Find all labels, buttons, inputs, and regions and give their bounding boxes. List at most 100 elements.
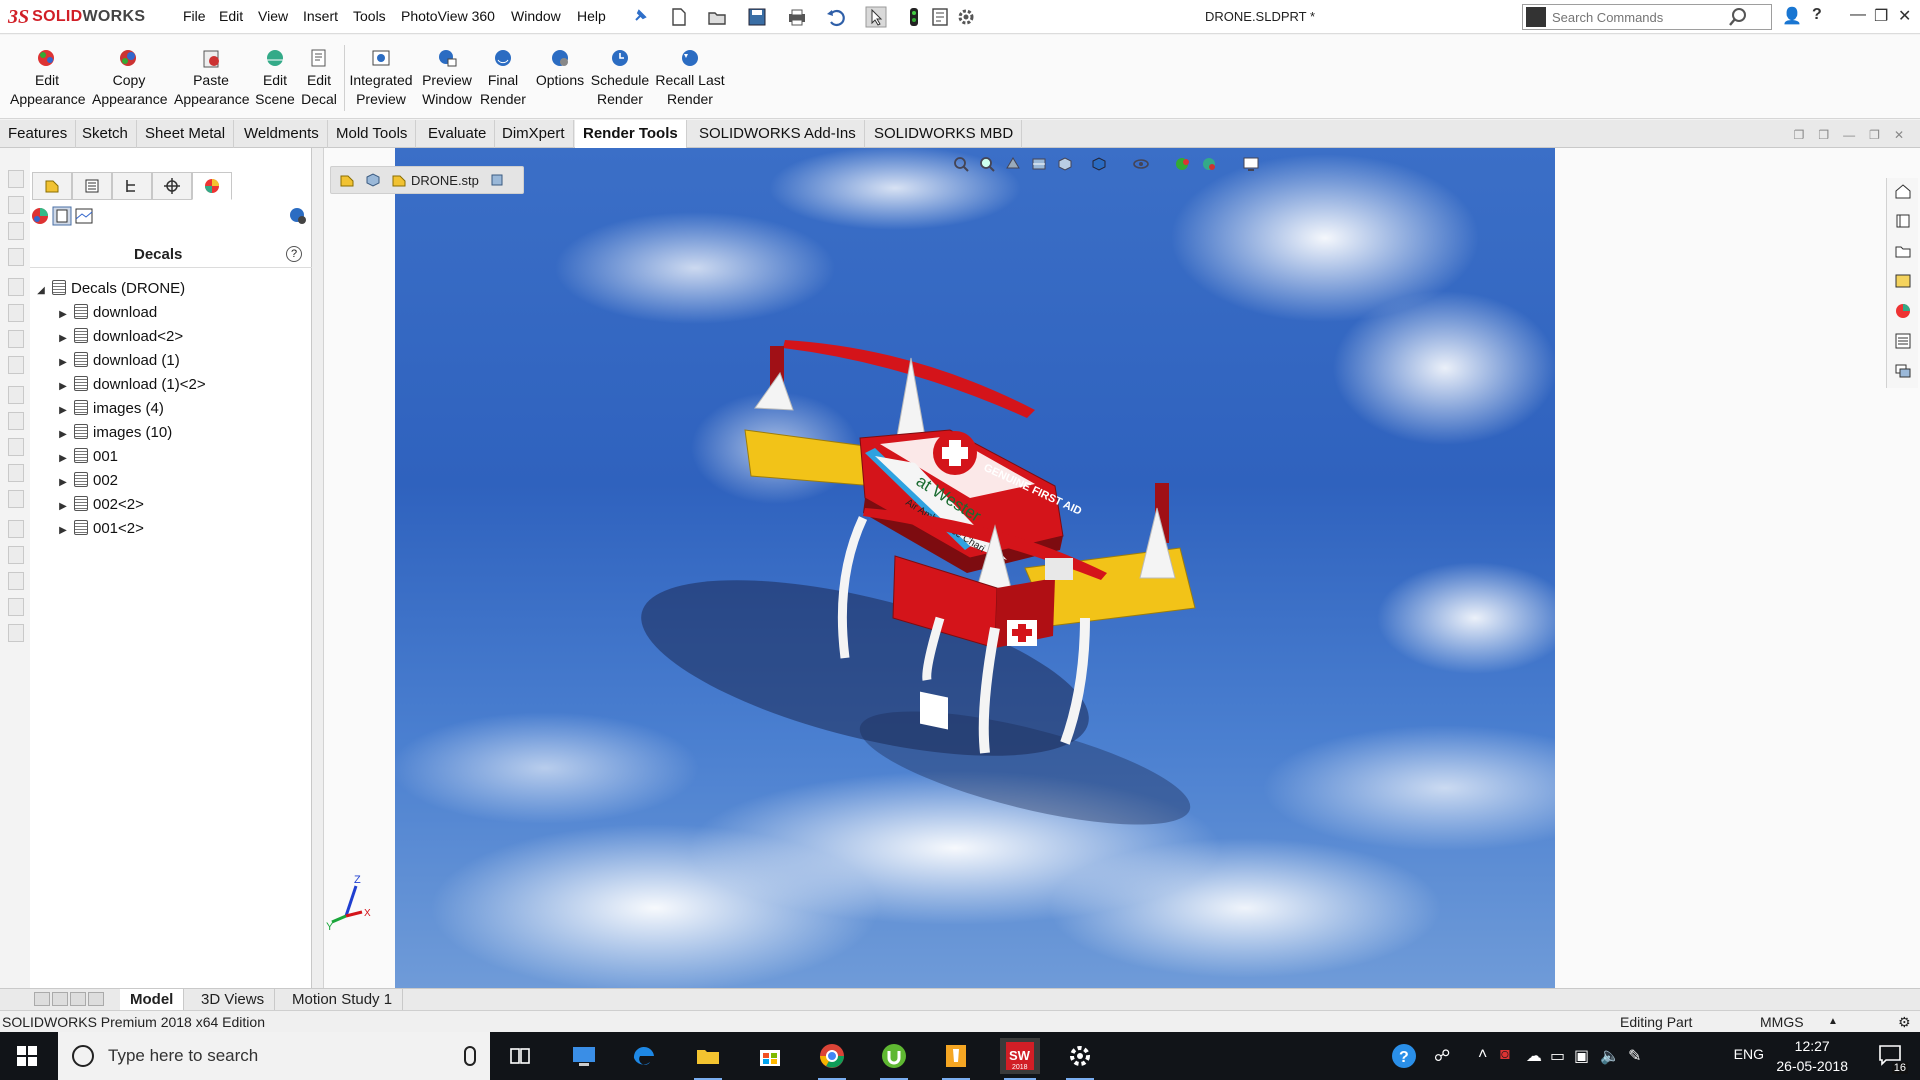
expand-arrow-icon[interactable]: ▶: [56, 376, 70, 398]
select-arrow-icon[interactable]: [865, 6, 887, 28]
new-document-icon[interactable]: [668, 6, 690, 28]
expand-arrow-icon[interactable]: ▶: [56, 352, 70, 374]
unit-system-arrow-icon[interactable]: ▲: [1828, 1016, 1838, 1027]
search-commands-box[interactable]: [1522, 4, 1772, 30]
tab-dimxpert[interactable]: DimXpert: [494, 120, 574, 148]
edit-appearance-view-icon[interactable]: [1174, 155, 1192, 173]
volume-muted-icon[interactable]: 🔈: [1600, 1046, 1620, 1066]
search-icon[interactable]: [1727, 6, 1749, 28]
tree-item-decal[interactable]: ▶ 002: [56, 470, 118, 492]
tree-item-decal[interactable]: ▶ download (1)<2>: [56, 374, 206, 396]
configuration-manager-tab[interactable]: [112, 172, 152, 200]
sketch-tool-icon[interactable]: [8, 222, 24, 240]
tree-item-decal[interactable]: ▶ 001<2>: [56, 518, 144, 540]
input-language[interactable]: ENG: [1734, 1046, 1764, 1062]
solidworks-forum-icon[interactable]: [1894, 362, 1912, 380]
home-icon[interactable]: [1894, 182, 1912, 200]
sketch-tool-icon[interactable]: [8, 386, 24, 404]
solidworks-taskbar-icon[interactable]: SW 2018: [1000, 1038, 1040, 1080]
graphics-area[interactable]: GENUINE FIRST AID at Wester Air Ambulanc…: [324, 148, 1920, 988]
copy-appearance-button[interactable]: Copy Appearance: [92, 47, 168, 109]
sketch-tool-icon[interactable]: [8, 196, 24, 214]
minimize-icon[interactable]: —: [1850, 6, 1866, 24]
paste-appearance-button[interactable]: Paste Appearance: [174, 47, 250, 109]
sketch-tool-icon[interactable]: [8, 624, 24, 642]
save-icon[interactable]: [746, 6, 768, 28]
microphone-icon[interactable]: [464, 1046, 476, 1066]
tab-sheet-metal[interactable]: Sheet Metal: [137, 120, 235, 148]
tree-item-decal[interactable]: ▶ 002<2>: [56, 494, 144, 516]
desktop-app-icon[interactable]: [566, 1038, 602, 1074]
clock[interactable]: 12:27 26-05-2018: [1776, 1036, 1848, 1076]
sketch-tool-icon[interactable]: [8, 598, 24, 616]
previous-tab-icon[interactable]: [52, 992, 68, 1006]
custom-properties-icon[interactable]: [1894, 332, 1912, 350]
tree-item-decal[interactable]: ▶ images (10): [56, 422, 172, 444]
menu-tools[interactable]: Tools: [353, 8, 386, 24]
view-scene-icon[interactable]: [74, 206, 94, 226]
menu-photoview[interactable]: PhotoView 360: [401, 8, 495, 24]
pen-workspace-icon[interactable]: ✎: [1628, 1046, 1641, 1066]
show-hidden-icons-icon[interactable]: ˄: [1478, 1046, 1487, 1064]
tab-model[interactable]: Model: [120, 989, 185, 1011]
file-explorer-taskbar-icon[interactable]: [690, 1038, 726, 1080]
file-explorer-icon[interactable]: [1894, 242, 1912, 260]
apply-scene-icon[interactable]: [1200, 155, 1218, 173]
view-settings-icon[interactable]: [1242, 155, 1260, 173]
traffic-light-icon[interactable]: [903, 6, 925, 28]
rebuild-indicator-icon[interactable]: ⚙: [1898, 1014, 1911, 1031]
tab-sketch[interactable]: Sketch: [74, 120, 137, 148]
search-commands-input[interactable]: [1552, 9, 1727, 25]
help-tray-icon[interactable]: ?: [1390, 1042, 1418, 1070]
view-decals-icon[interactable]: [52, 206, 72, 226]
help-question-icon[interactable]: ?: [1812, 6, 1822, 24]
tab-weldments[interactable]: Weldments: [236, 120, 328, 148]
add-decal-icon[interactable]: [288, 206, 308, 226]
tab-mold-tools[interactable]: Mold Tools: [328, 120, 417, 148]
expand-arrow-icon[interactable]: ▶: [56, 448, 70, 470]
close-icon[interactable]: ✕: [1898, 6, 1911, 26]
user-icon[interactable]: 👤: [1782, 6, 1802, 26]
viewport-restore-icon[interactable]: ❐: [1869, 128, 1880, 142]
previous-view-icon[interactable]: [1004, 155, 1022, 173]
feature-manager-tab[interactable]: [32, 172, 72, 200]
drone-model[interactable]: GENUINE FIRST AID at Wester Air Ambulanc…: [395, 148, 1555, 988]
file-properties-icon[interactable]: [929, 6, 951, 28]
expand-arrow-icon[interactable]: ▶: [56, 424, 70, 446]
final-render-button[interactable]: Final Render: [480, 47, 526, 109]
taskbar-search-box[interactable]: Type here to search: [58, 1032, 490, 1080]
menu-insert[interactable]: Insert: [303, 8, 338, 24]
settings-gear-icon[interactable]: [1062, 1038, 1098, 1080]
open-folder-icon[interactable]: [706, 6, 728, 28]
sketch-tool-icon[interactable]: [8, 520, 24, 538]
expand-arrow-icon[interactable]: ▶: [56, 520, 70, 542]
first-tab-icon[interactable]: [34, 992, 50, 1006]
action-center-icon[interactable]: 16: [1878, 1044, 1908, 1074]
sketch-tool-icon[interactable]: [8, 572, 24, 590]
sketch-tool-icon[interactable]: [8, 356, 24, 374]
tab-render-tools[interactable]: Render Tools: [575, 120, 687, 148]
sketch-tool-icon[interactable]: [8, 304, 24, 322]
print-icon[interactable]: [786, 6, 808, 28]
edit-appearance-button[interactable]: Edit Appearance: [10, 47, 86, 109]
battery-icon[interactable]: ▭: [1550, 1046, 1565, 1066]
tab-solidworks-add-ins[interactable]: SOLIDWORKS Add-Ins: [691, 120, 865, 148]
integrated-preview-button[interactable]: Integrated Preview: [346, 47, 416, 109]
vlc-icon[interactable]: [938, 1038, 974, 1080]
tree-item-decal[interactable]: ▶ download: [56, 302, 157, 324]
zoom-to-fit-icon[interactable]: [952, 155, 970, 173]
solidworks-logo[interactable]: 3S SOLID WORKS: [8, 4, 154, 30]
sketch-tool-icon[interactable]: [8, 278, 24, 296]
sketch-tool-icon[interactable]: [8, 490, 24, 508]
sketch-tool-icon[interactable]: [8, 464, 24, 482]
panel-splitter[interactable]: [312, 148, 324, 988]
body-icon[interactable]: [365, 172, 381, 188]
tab-motion-study-1[interactable]: Motion Study 1: [282, 989, 404, 1011]
viewport-minimize-icon[interactable]: —: [1843, 128, 1855, 142]
viewport-close-icon[interactable]: ✕: [1894, 128, 1904, 142]
part-icon[interactable]: [339, 172, 355, 188]
edit-scene-button[interactable]: Edit Scene: [254, 47, 296, 109]
sketch-tool-icon[interactable]: [8, 248, 24, 266]
tree-item-decal[interactable]: ▶ download (1): [56, 350, 180, 372]
restore-icon[interactable]: ❐: [1874, 6, 1888, 26]
